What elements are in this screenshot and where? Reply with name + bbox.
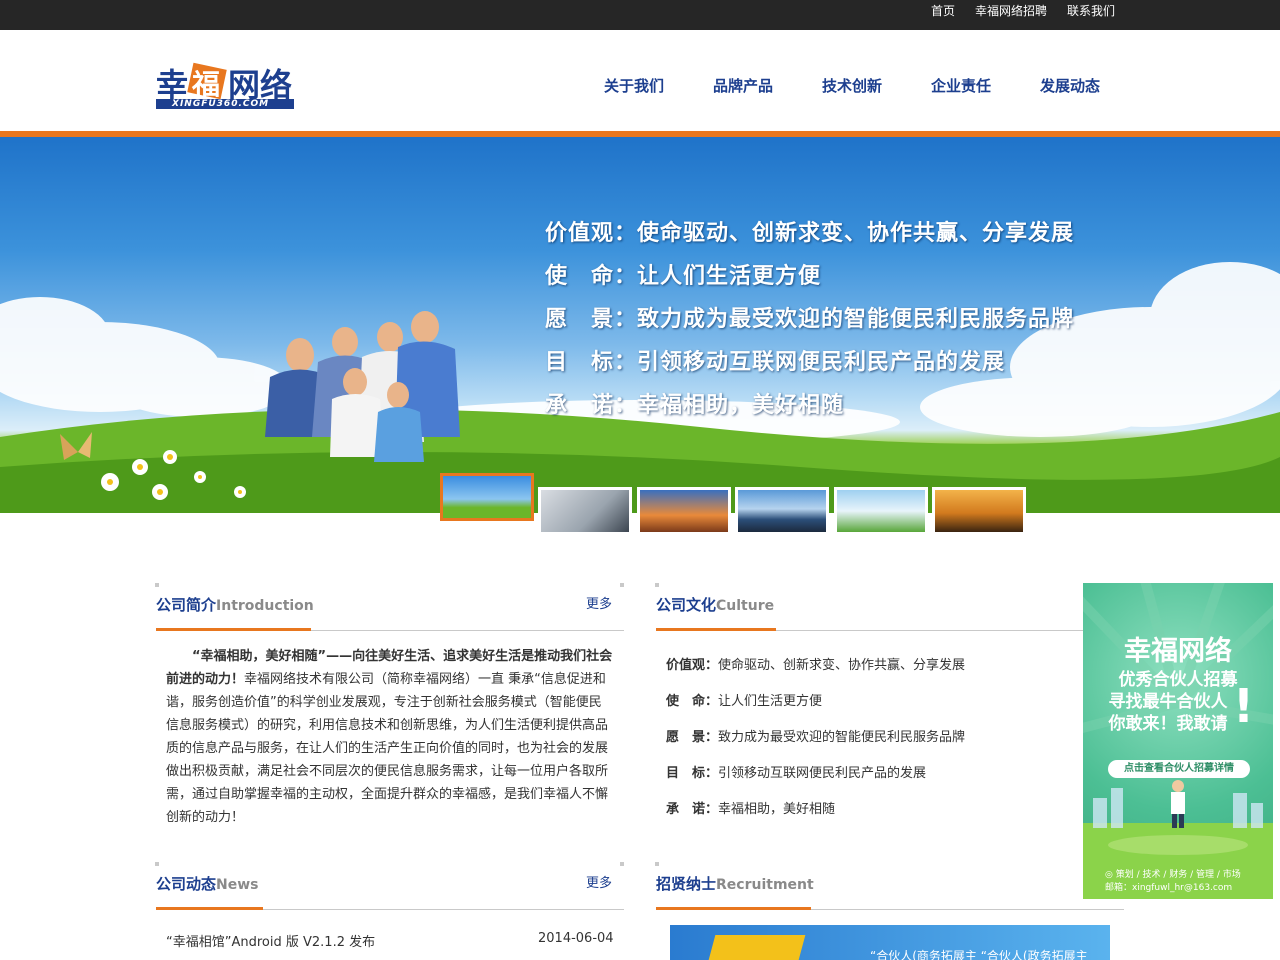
- intro-corner-left: [155, 583, 159, 587]
- intro-text: “幸福相助，美好相随”——向往美好生活、追求美好生活是推动我们社会前进的动力！幸…: [166, 645, 614, 829]
- recruit-banner-image[interactable]: “合伙人(商务拓展主 “合伙人(政务拓展主: [670, 925, 1110, 960]
- intro-more-link[interactable]: 更多: [586, 593, 612, 612]
- culture-row-mission: 使 命：让人们生活更方便: [666, 690, 822, 709]
- news-title: 公司动态News: [156, 873, 259, 894]
- culture-row-promise: 承 诺：幸福相助，美好相随: [666, 798, 835, 817]
- recruit-banner-text: “合伙人(商务拓展主 “合伙人(政务拓展主: [870, 949, 1088, 960]
- site-logo[interactable]: 幸 福 网络 XINGFU360.COM: [154, 62, 304, 112]
- news-item-link[interactable]: “幸福相馆”Android 版 V2.1.2 发布: [166, 931, 375, 950]
- hero-banner: 价值观：使命驱动、创新求变、协作共赢、分享发展 使 命：让人们生活更方便 愿 景…: [0, 137, 1280, 513]
- culture-label: 承 诺：: [666, 802, 719, 817]
- banner-thumb-jumping[interactable]: [932, 487, 1026, 535]
- intro-rule-accent: [156, 628, 311, 631]
- intro-title: 公司简介Introduction: [156, 594, 314, 615]
- culture-text: 引领移动互联网便民利民产品的发展: [718, 766, 927, 781]
- banner-thumb-handshake[interactable]: [637, 487, 731, 535]
- motto-values: 价值观：使命驱动、创新求变、协作共赢、分享发展: [545, 221, 1075, 246]
- recruit-banner-badge: [704, 935, 806, 960]
- recruit-corner-left: [655, 862, 659, 866]
- culture-label: 使 命：: [666, 694, 719, 709]
- recruit-title-en: Recruitment: [716, 877, 814, 893]
- nav-news[interactable]: 发展动态: [1040, 75, 1100, 96]
- topbar-jobs-link[interactable]: 幸福网络招聘: [975, 0, 1047, 30]
- logo-en-text: XINGFU360.COM: [172, 99, 270, 109]
- culture-text: 致力成为最受欢迎的智能便民利民服务品牌: [718, 730, 966, 745]
- nav-about[interactable]: 关于我们: [604, 75, 664, 96]
- banner-thumb-laptop[interactable]: [538, 487, 632, 535]
- nav-innovation[interactable]: 技术创新: [822, 75, 882, 96]
- recruit-title: 招贤纳士Recruitment: [656, 873, 814, 894]
- ad-email: 邮箱：xingfuwl_hr@163.com: [1105, 883, 1233, 893]
- news-rule-accent: [156, 907, 263, 910]
- culture-rule-accent: [656, 628, 776, 631]
- culture-text: 幸福相助，美好相随: [718, 802, 836, 817]
- motto-goal: 目 标：引领移动互联网便民利民产品的发展: [545, 350, 1006, 375]
- culture-row-goal: 目 标：引领移动互联网便民利民产品的发展: [666, 762, 926, 781]
- topbar-contact-link[interactable]: 联系我们: [1067, 0, 1115, 30]
- intro-title-cn: 公司简介: [156, 596, 217, 614]
- culture-text: 让人们生活更方便: [718, 694, 823, 709]
- news-item-date: 2014-06-04: [538, 931, 614, 946]
- nav-responsibility[interactable]: 企业责任: [931, 75, 991, 96]
- news-corner-left: [155, 862, 159, 866]
- news-title-en: News: [216, 877, 259, 893]
- site-header: 幸 福 网络 XINGFU360.COM 关于我们 品牌产品 技术创新 企业责任…: [0, 30, 1280, 131]
- culture-title: 公司文化Culture: [656, 594, 774, 615]
- banner-thumb-house[interactable]: [834, 487, 928, 535]
- intro-body: 幸福网络技术有限公司（简称幸福网络）一直 秉承“信息促进和谐，服务创造价值”的科…: [166, 672, 609, 825]
- culture-title-en: Culture: [716, 598, 775, 614]
- banner-thumb-family[interactable]: [440, 473, 534, 521]
- news-corner-right: [620, 862, 624, 866]
- ad-brand: 幸福网络: [1124, 636, 1232, 667]
- culture-title-cn: 公司文化: [656, 596, 717, 614]
- ad-details-button[interactable]: 点击查看合伙人招募详情: [1108, 760, 1250, 778]
- motto-vision: 愿 景：致力成为最受欢迎的智能便民利民服务品牌: [545, 307, 1075, 332]
- intro-corner-right: [620, 583, 624, 587]
- motto-promise: 承 诺：幸福相助，美好相随: [545, 393, 845, 418]
- culture-label: 目 标：: [666, 766, 719, 781]
- news-title-cn: 公司动态: [156, 875, 217, 893]
- svg-text:福: 福: [191, 68, 220, 101]
- culture-row-vision: 愿 景：致力成为最受欢迎的智能便民利民服务品牌: [666, 726, 965, 745]
- culture-label: 愿 景：: [666, 730, 719, 745]
- banner-thumb-city[interactable]: [735, 487, 829, 535]
- news-more-link[interactable]: 更多: [586, 872, 612, 891]
- topbar-home-link[interactable]: 首页: [931, 0, 955, 30]
- motto-mission: 使 命：让人们生活更方便: [545, 264, 822, 289]
- top-bar: 首页 幸福网络招聘 联系我们: [0, 0, 1280, 30]
- intro-title-en: Introduction: [216, 598, 314, 614]
- ad-exclaim: !: [1233, 679, 1254, 733]
- recruit-title-cn: 招贤纳士: [656, 875, 717, 893]
- culture-corner-left: [655, 583, 659, 587]
- ad-roles: ◎ 策划 / 技术 / 财务 / 管理 / 市场: [1105, 870, 1241, 880]
- culture-row-values: 价值观：使命驱动、创新求变、协作共赢、分享发展: [666, 654, 965, 673]
- culture-text: 使命驱动、创新求变、协作共赢、分享发展: [718, 658, 966, 673]
- partner-recruit-ad[interactable]: 幸福网络 优秀合伙人招募 寻找最牛合伙人 你敢来！我敢请 ! 点击查看合伙人招募…: [1083, 583, 1273, 899]
- recruit-rule-accent: [656, 907, 811, 910]
- culture-label: 价值观：: [666, 658, 719, 673]
- nav-products[interactable]: 品牌产品: [713, 75, 773, 96]
